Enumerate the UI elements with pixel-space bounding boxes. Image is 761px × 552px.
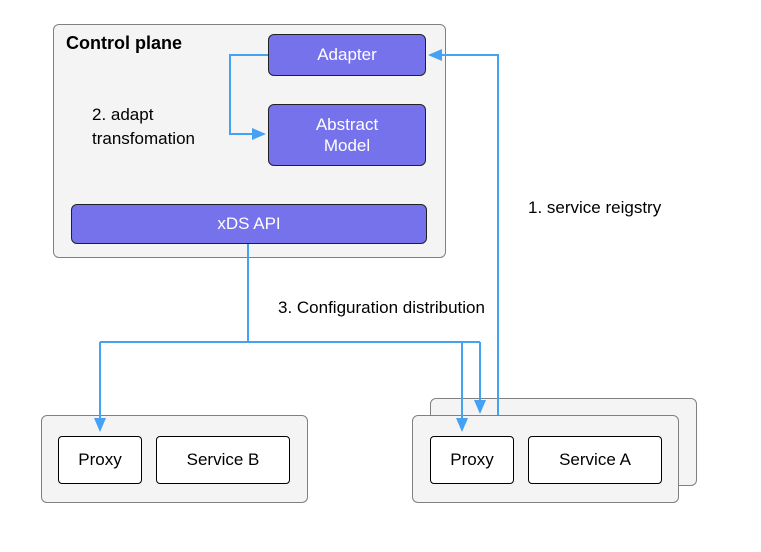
proxy-a-label: Proxy (450, 450, 493, 470)
xds-label: xDS API (217, 214, 280, 234)
proxy-b-label: Proxy (78, 450, 121, 470)
note-line-1: 2. adapt (92, 103, 195, 127)
xds-api-box: xDS API (71, 204, 427, 244)
service-registry-label: 1. service reigstry (528, 198, 661, 218)
proxy-b-box: Proxy (58, 436, 142, 484)
adapter-label: Adapter (317, 45, 377, 65)
adapter-box: Adapter (268, 34, 426, 76)
config-distribution-label: 3. Configuration distribution (278, 298, 485, 318)
proxy-a-box: Proxy (430, 436, 514, 484)
service-b-label: Service B (187, 450, 260, 470)
control-plane-title: Control plane (66, 33, 182, 54)
abstract-line-1: Abstract (316, 114, 378, 135)
note-line-2: transfomation (92, 127, 195, 151)
abstract-line-2: Model (316, 135, 378, 156)
abstract-model-box: Abstract Model (268, 104, 426, 166)
service-a-box: Service A (528, 436, 662, 484)
service-b-box: Service B (156, 436, 290, 484)
service-a-label: Service A (559, 450, 631, 470)
adapt-transformation-note: 2. adapt transfomation (92, 103, 195, 151)
